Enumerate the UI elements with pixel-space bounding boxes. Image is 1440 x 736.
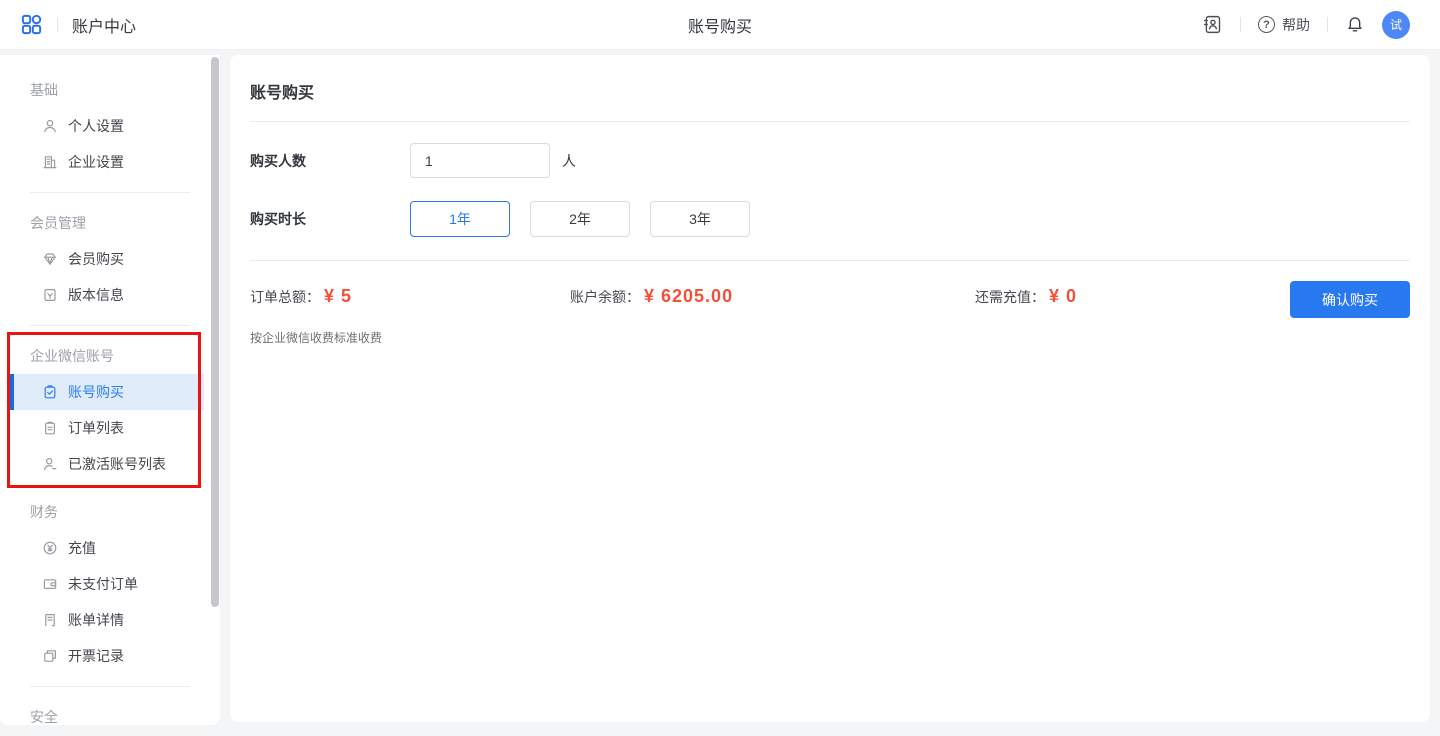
notification-bell-icon[interactable] xyxy=(1345,15,1365,35)
purchase-count-input[interactable] xyxy=(410,143,550,178)
user-icon xyxy=(42,118,58,134)
sidebar-item-label: 账号购买 xyxy=(68,382,124,402)
sidebar-item-unpaid-orders[interactable]: 未支付订单 xyxy=(10,566,204,602)
account-balance: 账户余额： ¥ 6205.00 xyxy=(570,286,733,307)
help-icon: ? xyxy=(1258,16,1275,33)
recharge-needed-label: 还需充值： xyxy=(975,287,1045,307)
purchase-duration-label: 购买时长 xyxy=(250,209,410,229)
sidebar-section-finance: 财务 xyxy=(0,494,220,530)
order-total: 订单总额： ¥ 5 xyxy=(250,286,352,307)
sidebar-item-label: 已激活账号列表 xyxy=(68,454,166,474)
sidebar-divider xyxy=(30,192,190,193)
sidebar-item-label: 企业设置 xyxy=(68,152,124,172)
app-brand: 账户中心 xyxy=(72,13,136,37)
yuan-circle-icon xyxy=(42,540,58,556)
sidebar-section-basic: 基础 xyxy=(0,72,220,108)
duration-option-2year[interactable]: 2年 xyxy=(530,201,630,237)
topbar: 账户中心 账号购买 ? 帮助 试 xyxy=(0,0,1440,50)
purchase-count-row: 购买人数 人 xyxy=(250,143,1410,178)
sidebar-spacer xyxy=(0,482,220,494)
gem-icon xyxy=(42,251,58,267)
sidebar-item-activated-accounts[interactable]: 已激活账号列表 xyxy=(10,446,204,482)
help-label: 帮助 xyxy=(1282,15,1310,35)
topbar-divider xyxy=(1240,17,1241,32)
recharge-needed-value: ¥ 0 xyxy=(1049,286,1077,307)
sidebar-divider xyxy=(30,686,190,687)
sidebar: 基础 个人设置 企业设置 会员管理 会员购买 xyxy=(0,55,220,725)
sidebar-item-label: 订单列表 xyxy=(68,418,124,438)
duration-option-3year[interactable]: 3年 xyxy=(650,201,750,237)
purchase-count-label: 购买人数 xyxy=(250,151,410,171)
sidebar-item-membership-purchase[interactable]: 会员购买 xyxy=(10,241,204,277)
sidebar-item-label: 开票记录 xyxy=(68,646,124,666)
recharge-needed: 还需充值： ¥ 0 xyxy=(975,286,1077,307)
sidebar-section-wecom-account: 企业微信账号 xyxy=(0,338,220,374)
sidebar-item-order-list[interactable]: 订单列表 xyxy=(10,410,204,446)
version-doc-icon xyxy=(42,287,58,303)
bill-doc-icon xyxy=(42,612,58,628)
sidebar-item-label: 会员购买 xyxy=(68,249,124,269)
sidebar-item-personal-settings[interactable]: 个人设置 xyxy=(10,108,204,144)
account-balance-label: 账户余额： xyxy=(570,287,640,307)
sidebar-item-label: 充值 xyxy=(68,538,96,558)
sidebar-scrollbar[interactable] xyxy=(211,57,219,607)
sidebar-item-account-purchase[interactable]: 账号购买 xyxy=(10,374,204,410)
confirm-purchase-button[interactable]: 确认购买 xyxy=(1290,281,1410,318)
content-title: 账号购买 xyxy=(250,55,1410,121)
sidebar-section-security: 安全 xyxy=(0,699,220,725)
user-check-icon xyxy=(42,456,58,472)
sidebar-divider xyxy=(30,325,190,326)
topbar-divider xyxy=(57,17,58,32)
duration-option-1year[interactable]: 1年 xyxy=(410,201,510,237)
order-total-value: ¥ 5 xyxy=(324,286,352,307)
user-avatar[interactable]: 试 xyxy=(1382,11,1410,39)
sidebar-item-label: 账单详情 xyxy=(68,610,124,630)
order-summary: 订单总额： ¥ 5 账户余额： ¥ 6205.00 还需充值： ¥ 0 按企业微… xyxy=(250,261,1410,381)
sidebar-item-label: 未支付订单 xyxy=(68,574,138,594)
topbar-divider xyxy=(1327,17,1328,32)
sidebar-item-label: 个人设置 xyxy=(68,116,124,136)
sidebar-section-membership: 会员管理 xyxy=(0,205,220,241)
sidebar-item-recharge[interactable]: 充值 xyxy=(10,530,204,566)
order-total-label: 订单总额： xyxy=(250,287,320,307)
sidebar-item-label: 版本信息 xyxy=(68,285,124,305)
apps-grid-icon[interactable] xyxy=(20,13,43,36)
clipboard-list-icon xyxy=(42,420,58,436)
main-panel: 账号购买 购买人数 人 购买时长 1年 2年 3年 订单总额： ¥ 5 账户余额… xyxy=(230,55,1430,722)
account-balance-value: ¥ 6205.00 xyxy=(644,286,733,307)
purchase-count-unit: 人 xyxy=(562,151,576,171)
wallet-icon xyxy=(42,576,58,592)
sidebar-item-bill-details[interactable]: 账单详情 xyxy=(10,602,204,638)
clipboard-check-icon xyxy=(42,384,58,400)
sidebar-item-invoice-records[interactable]: 开票记录 xyxy=(10,638,204,674)
sidebar-item-version-info[interactable]: 版本信息 xyxy=(10,277,204,313)
invoice-icon xyxy=(42,648,58,664)
building-icon xyxy=(42,154,58,170)
purchase-duration-row: 购买时长 1年 2年 3年 xyxy=(250,201,1410,237)
content-divider xyxy=(250,121,1410,122)
contacts-icon[interactable] xyxy=(1202,14,1223,35)
pricing-note: 按企业微信收费标准收费 xyxy=(250,329,382,346)
help-button[interactable]: ? 帮助 xyxy=(1258,15,1310,35)
sidebar-item-company-settings[interactable]: 企业设置 xyxy=(10,144,204,180)
